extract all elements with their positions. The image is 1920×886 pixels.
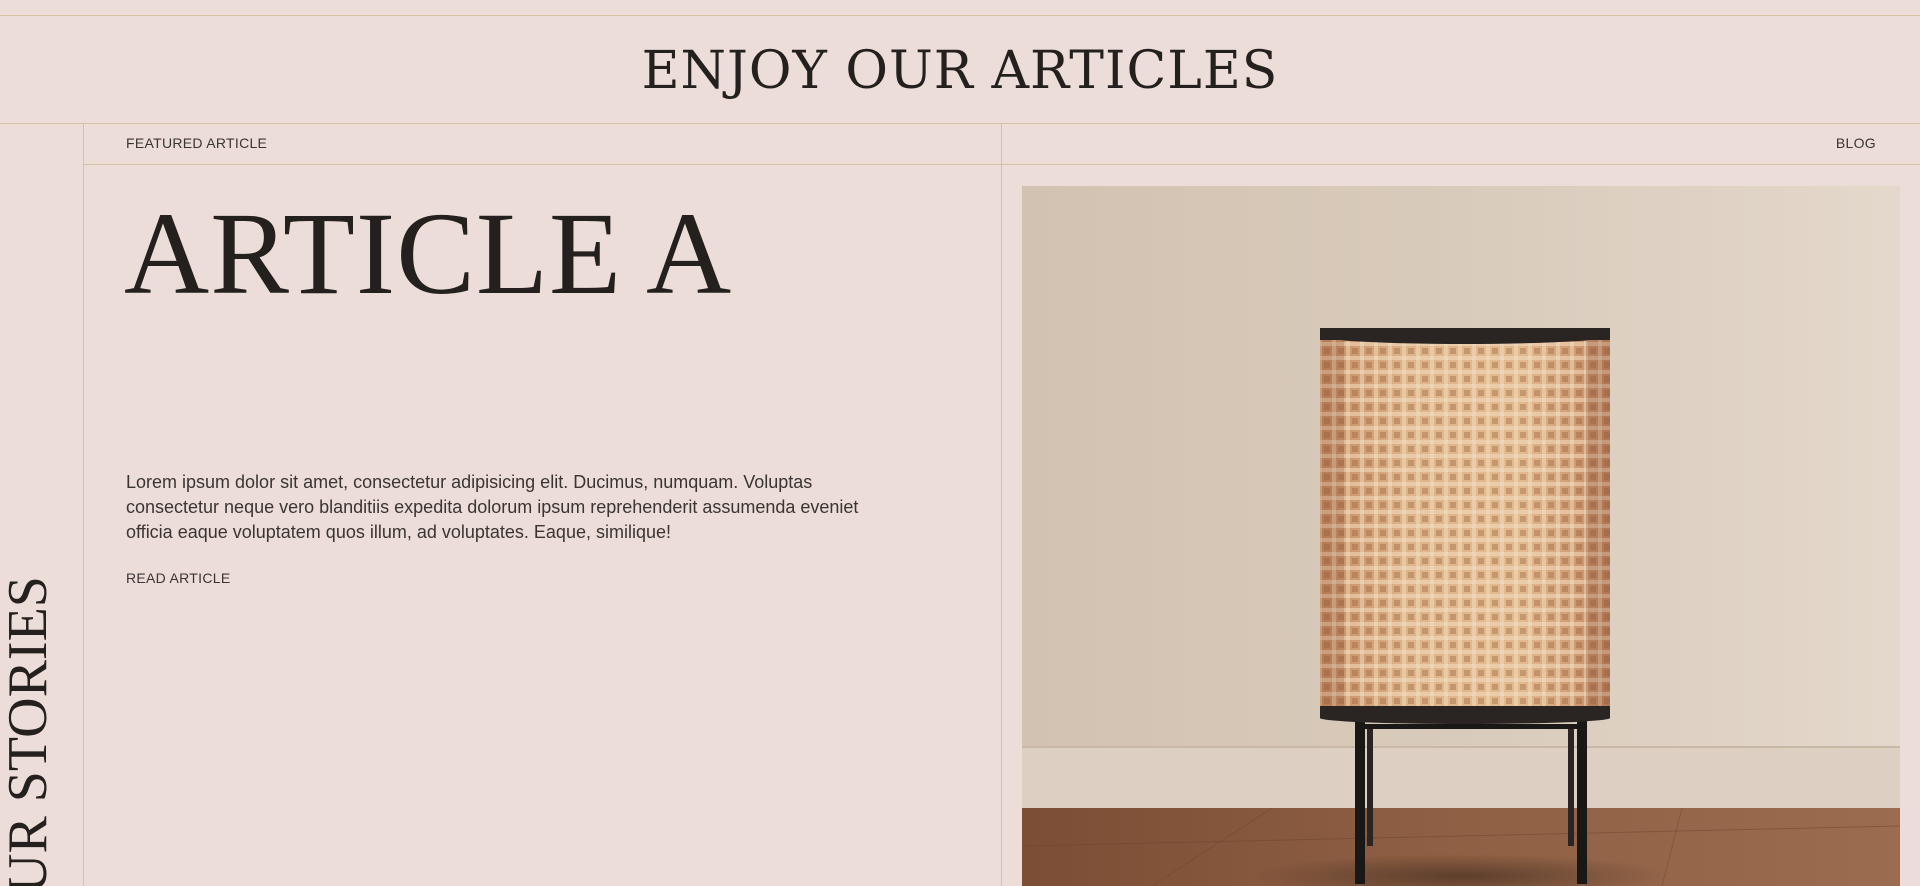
sidebar-rule: [83, 123, 84, 886]
page-title: ENJOY OUR ARTICLES: [641, 41, 1279, 101]
featured-image[interactable]: [1022, 186, 1900, 886]
blog-link[interactable]: BLOG: [1836, 135, 1876, 151]
rattan-lamp-image: [1022, 186, 1900, 886]
column-divider: [1001, 123, 1002, 886]
read-article-link[interactable]: READ ARTICLE: [126, 570, 231, 586]
featured-article-label: FEATURED ARTICLE: [126, 135, 268, 151]
article-excerpt: Lorem ipsum dolor sit amet, consectetur …: [126, 472, 859, 542]
articles-page: ENJOY OUR ARTICLES FEATURED ARTICLE BLOG…: [0, 0, 1920, 886]
header-bottom-rule: [0, 123, 1920, 124]
vertical-stories-strip: UR STORIES: [0, 124, 83, 886]
vertical-stories-text: UR STORIES: [0, 576, 59, 886]
article-title[interactable]: ARTICLE A: [124, 195, 732, 313]
top-rule: [0, 15, 1920, 16]
